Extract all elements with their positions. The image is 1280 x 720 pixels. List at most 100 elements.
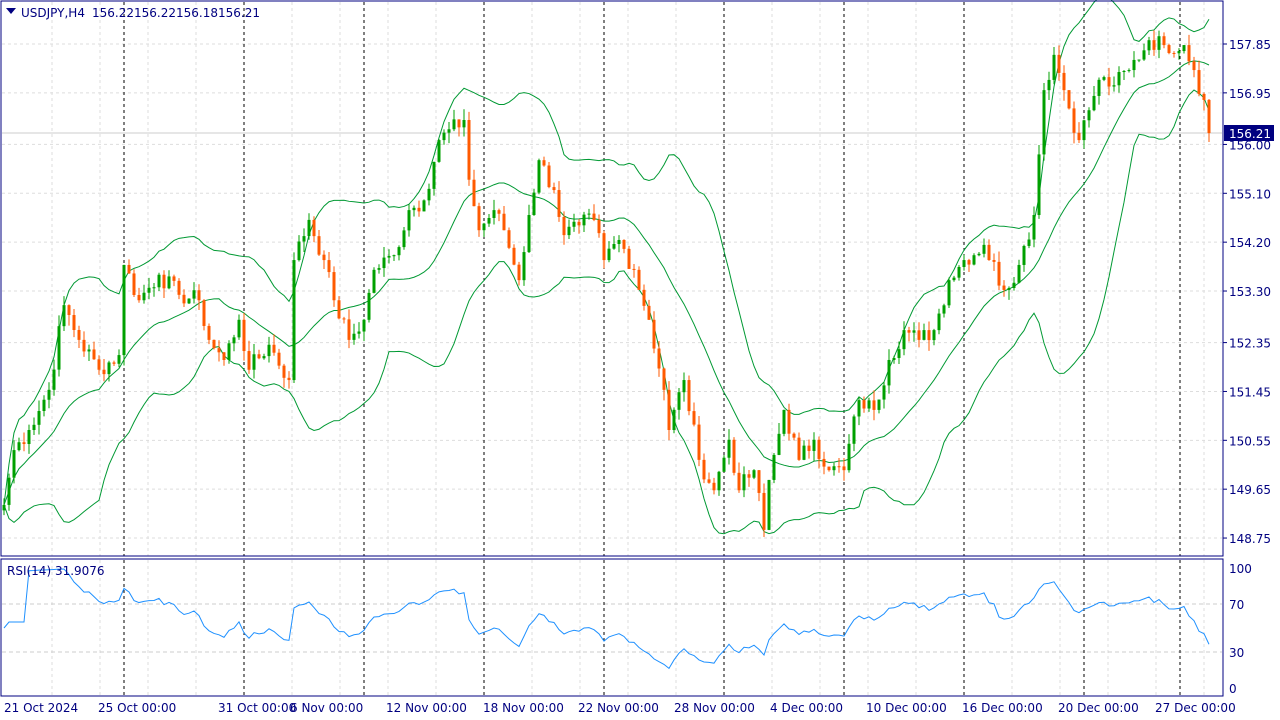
candle-bull [1097, 79, 1101, 96]
candle-bull [482, 223, 486, 231]
candle-bear [987, 244, 991, 261]
candle-bull [1177, 51, 1181, 54]
time-axis: 21 Oct 2024 25 Oct 00:00 31 Oct 00:00 6 … [4, 701, 1236, 715]
candle-bear [927, 330, 931, 341]
candle-bull [382, 257, 386, 269]
candle-bear [327, 260, 331, 273]
candle-bull [782, 409, 786, 434]
candle-bull [157, 274, 161, 288]
candle-bear [622, 239, 626, 249]
candle-bull [442, 132, 446, 141]
candle-bull [617, 239, 621, 245]
candle-bull [372, 269, 376, 293]
candle-bull [952, 277, 956, 281]
candle-bull [672, 409, 676, 431]
candle-bull [232, 337, 236, 344]
candle-bull [892, 357, 896, 360]
candle-bear [1187, 45, 1191, 62]
candle-bear [792, 433, 796, 438]
candle-bear [197, 290, 201, 301]
candle-bull [887, 359, 891, 386]
candle-bull [847, 443, 851, 471]
candle-bear [837, 466, 841, 468]
candle-bear [967, 260, 971, 265]
candle-bear [817, 439, 821, 459]
candle-bull [717, 471, 721, 491]
candle-bull [832, 466, 836, 471]
candle-bull [982, 244, 986, 254]
candle-bear [332, 272, 336, 301]
candle-bull [777, 433, 781, 455]
candle-bear [602, 233, 606, 261]
candle-bull [167, 276, 171, 289]
chart-canvas[interactable]: 157.85156.95156.00155.10154.20153.30152.… [0, 0, 1280, 720]
collapse-triangle-icon[interactable] [6, 8, 16, 14]
candle-bull [1117, 72, 1121, 86]
candle-bull [1132, 59, 1136, 71]
candle-bear [1002, 285, 1006, 290]
candle-bear [467, 120, 471, 180]
price-tick-label: 155.10 [1229, 187, 1271, 201]
chart-window: 157.85 156.95 156.00 155.10 154.20 153.30 152.… [0, 0, 1280, 720]
candle-bear [787, 409, 791, 434]
candle-bear [517, 264, 521, 281]
candle-bull [7, 477, 11, 505]
candle-bear [512, 247, 516, 265]
candle-bear [287, 377, 291, 381]
candle-bull [237, 319, 241, 338]
candle-bear [642, 289, 646, 306]
candle-bear [277, 352, 281, 366]
candle-bull [1047, 79, 1051, 91]
current-price: 156.21 [1229, 127, 1271, 141]
symbol-label: USDJPY,H4 [21, 6, 85, 20]
time-label: 28 Nov 00:00 [674, 701, 755, 715]
candle-bull [37, 410, 41, 425]
bollinger-upper [3, 0, 1210, 505]
candle-bull [1157, 36, 1161, 50]
candle-bull [487, 217, 491, 224]
candle-bear [597, 219, 601, 234]
candle-bull [677, 392, 681, 410]
candle-bear [632, 268, 636, 270]
ohlc-close: 156.21 [218, 6, 260, 20]
candle-bull [582, 214, 586, 226]
candle-bear [162, 274, 166, 289]
candle-bear [592, 213, 596, 220]
candle-bull [527, 215, 531, 253]
candle-bull [107, 362, 111, 375]
candle-bear [72, 315, 76, 330]
candle-bull [1037, 154, 1041, 216]
candle-bull [227, 343, 231, 360]
candle-bull [402, 230, 406, 248]
time-label: 10 Dec 00:00 [866, 701, 947, 715]
candle-bear [707, 479, 711, 483]
candle-bull [142, 292, 146, 301]
candle-bull [437, 140, 441, 162]
price-tick-label: 153.30 [1229, 285, 1271, 299]
bollinger-bands [3, 0, 1210, 535]
candle-bull [1012, 282, 1016, 288]
candle-bull [492, 210, 496, 218]
candle-bull [57, 326, 61, 370]
price-tick-label: 150.55 [1229, 434, 1271, 448]
candle-bull [1052, 54, 1056, 80]
time-label: 4 Dec 00:00 [770, 701, 843, 715]
candle-bull [767, 479, 771, 530]
candle-bear [797, 437, 801, 460]
rsi-tick-label: 0 [1229, 682, 1237, 696]
price-tick-label: 154.20 [1229, 236, 1271, 250]
candle-bear [1072, 108, 1076, 133]
rsi-tick-label: 30 [1229, 646, 1244, 660]
time-label: 31 Oct 00:00 [218, 701, 296, 715]
candle-bull [682, 380, 686, 393]
candle-bull [1127, 70, 1131, 72]
candle-bear [652, 319, 656, 349]
candle-bear [137, 294, 141, 301]
candle-bear [417, 207, 421, 212]
candle-bull [922, 330, 926, 340]
price-tick-label: 156.95 [1229, 87, 1271, 101]
candle-bear [1077, 132, 1081, 141]
candle-bull [532, 192, 536, 216]
candle-bear [22, 442, 26, 445]
time-label: 16 Dec 00:00 [962, 701, 1043, 715]
